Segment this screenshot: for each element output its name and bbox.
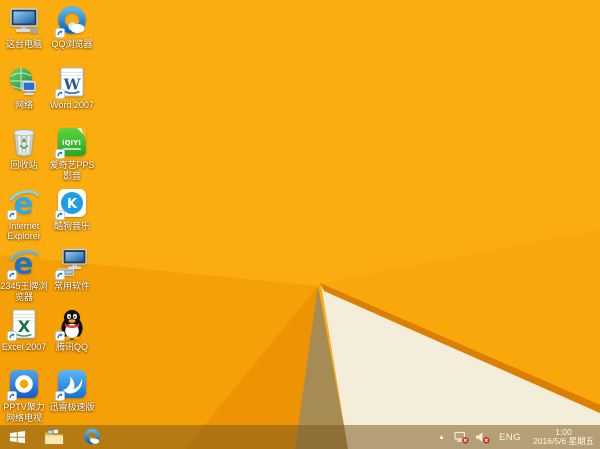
file-explorer-icon [44,428,64,446]
desktop-icon-label: 2345王牌浏览器 [0,281,48,302]
desktop-icon-xunlei[interactable]: 迅雷极速版 [48,368,96,413]
computer-icon [8,5,40,37]
taskbar-pinned-qq-browser[interactable] [73,425,111,449]
language-indicator[interactable]: ENG [496,432,524,443]
desktop-icon-tencent-qq[interactable]: 腾讯QQ [48,308,96,353]
desktop-icon-this-pc[interactable]: 这台电脑 [0,5,48,50]
desktop-icon-qq-browser[interactable]: QQ浏览器 [48,5,96,50]
shortcut-arrow-icon [55,331,65,341]
windows-logo-icon [9,430,26,444]
desktop-icon-network[interactable]: 网络 [0,66,48,111]
volume-muted-icon[interactable] [475,431,490,444]
desktop-icon-word-2007[interactable]: Word 2007 [48,66,96,111]
desktop-icon-recycle-bin[interactable]: 回收站 [0,126,48,171]
taskbar-left [0,425,111,449]
recycle-bin-icon [8,126,40,158]
network-globe-icon [8,66,40,98]
desktop-icon-label: QQ浏览器 [51,39,93,49]
desktop-icon-excel-2007[interactable]: Excel 2007 [0,308,48,353]
desktop-icon-label: 这台电脑 [5,39,42,49]
desktop-icon-internet-explorer[interactable]: Internet Explorer [0,187,48,242]
qq-browser-icon [82,428,102,446]
desktop-icon-label: 迅雷极速版 [49,402,95,412]
desktop-icon-label: 回收站 [10,160,38,170]
desktop-icon-label: Word 2007 [50,99,94,110]
start-button[interactable] [0,425,35,449]
system-tray: ▲ ENG 1:00 2016/5/6 星期五 [435,425,597,449]
shortcut-arrow-icon [55,89,65,99]
desktop-icon-label: 酷狗音乐 [53,220,90,231]
show-hidden-icons-button[interactable]: ▲ [435,432,448,443]
desktop-icon-pptv[interactable]: PPTV聚力 网络电视 [0,368,48,423]
desktop-icon-layer: 这台电脑 QQ浏览器 网络 Word 2007 回收站 爱奇艺PPS 影音 In… [0,0,600,449]
desktop-icon-label: PPTV聚力 网络电视 [3,402,45,423]
taskbar-pinned-explorer[interactable] [35,425,73,449]
desktop-icon-label: 常用软件 [53,281,90,291]
desktop-icon-kugou-music[interactable]: 酷狗音乐 [48,187,96,232]
desktop-icon-browser-2345[interactable]: 2345王牌浏览器 [0,247,48,302]
desktop-icon-iqiyi-pps[interactable]: 爱奇艺PPS 影音 [48,126,96,181]
shortcut-arrow-icon [55,28,65,38]
taskbar: ▲ ENG 1:00 2016/5/6 星期五 [0,425,600,449]
desktop-icon-label: Excel 2007 [1,341,47,352]
shortcut-arrow-icon [55,270,65,280]
network-disconnected-icon[interactable] [454,431,469,444]
desktop-icon-label: Internet Explorer [7,220,41,242]
clock-date: 2016/5/6 星期五 [533,436,594,446]
desktop-icon-label: 网络 [14,99,33,110]
clock[interactable]: 1:00 2016/5/6 星期五 [530,427,597,447]
desktop-icon-label: 腾讯QQ [55,341,88,352]
desktop-icon-common-software[interactable]: 常用软件 [48,247,96,292]
taskbar-pinned-apps [35,425,111,449]
shortcut-arrow-icon [55,149,65,159]
shortcut-arrow-icon [7,210,17,220]
windows-desktop: { "desktop": { "icons": [ {"id":"this-pc… [0,0,600,449]
desktop-icon-label: 爱奇艺PPS 影音 [49,160,95,181]
shortcut-arrow-icon [55,391,65,401]
shortcut-arrow-icon [55,210,65,220]
shortcut-arrow-icon [7,391,17,401]
shortcut-arrow-icon [7,270,17,280]
shortcut-arrow-icon [7,331,17,341]
